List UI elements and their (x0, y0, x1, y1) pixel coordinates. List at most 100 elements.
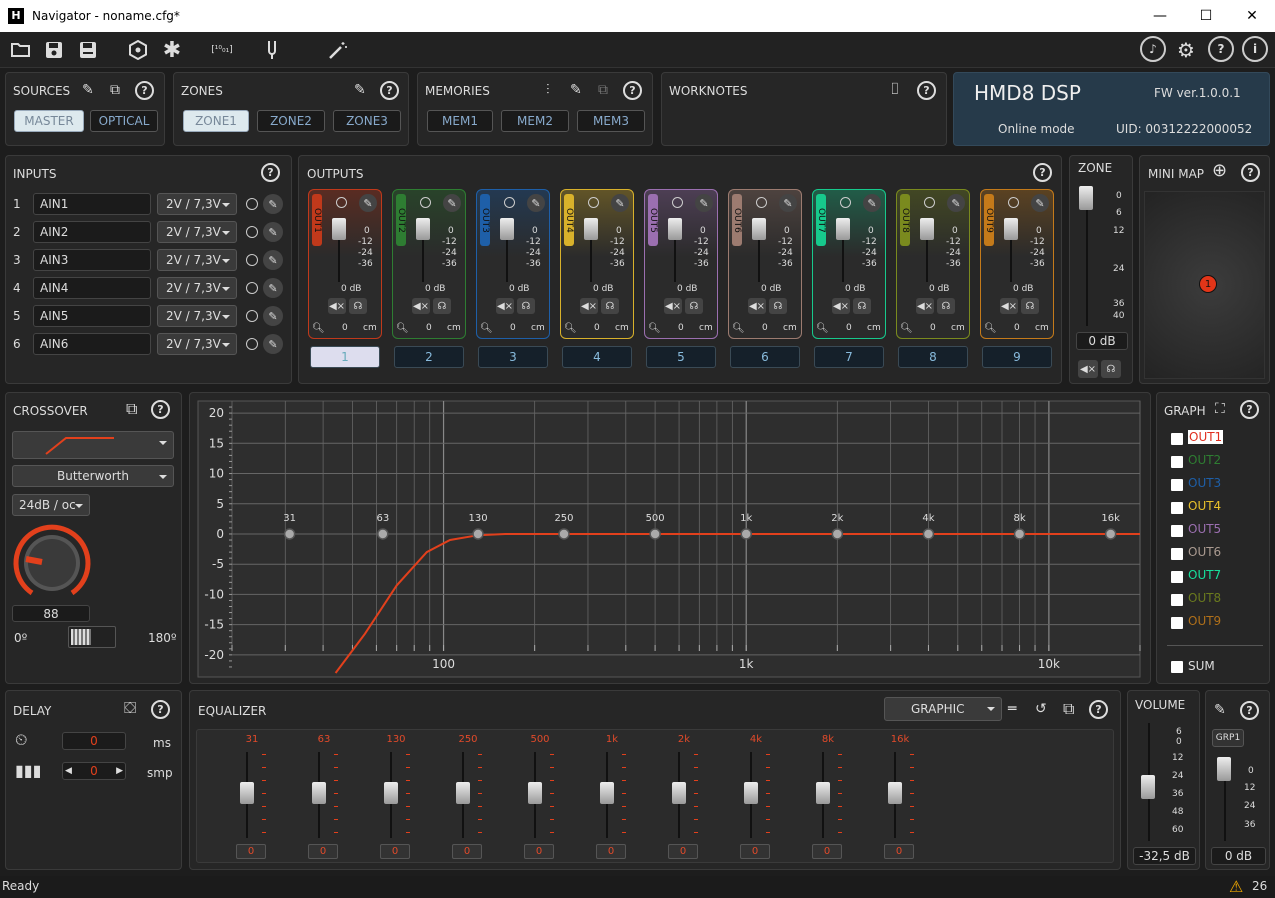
mem2-button[interactable]: MEM2 (501, 110, 569, 132)
source-master-button[interactable]: MASTER (14, 110, 84, 132)
pen-icon[interactable]: ✎ (263, 278, 283, 298)
frequency-value[interactable]: 88 (12, 605, 90, 622)
solo-indicator-icon[interactable] (756, 197, 767, 208)
pen-icon[interactable]: ✎ (779, 194, 797, 212)
graph-output-checkbox[interactable] (1171, 502, 1183, 514)
camera-icon[interactable]: ⌷ (890, 80, 900, 98)
pen-icon[interactable]: ✎ (1214, 701, 1226, 719)
pen-icon[interactable]: ✎ (1031, 194, 1049, 212)
worknotes-help-icon[interactable]: ? (917, 81, 936, 100)
volume-fader-handle[interactable] (1141, 775, 1155, 799)
inputs-help-icon[interactable]: ? (261, 163, 280, 182)
cube-icon[interactable] (124, 36, 152, 64)
source-optical-button[interactable]: OPTICAL (90, 110, 158, 132)
output-delay-value[interactable]: 0 (930, 323, 936, 334)
zone-fader-handle[interactable] (1079, 186, 1093, 210)
pen-icon[interactable]: ✎ (527, 194, 545, 212)
eq-band-fader[interactable] (816, 782, 830, 804)
search-icon[interactable]: 🔍︎ (480, 323, 493, 334)
output-delay-value[interactable]: 0 (762, 323, 768, 334)
output-fader-handle[interactable] (1004, 218, 1018, 240)
music-note-icon[interactable]: ♪ (1140, 36, 1166, 62)
output-select-button[interactable]: 5 (646, 346, 716, 368)
eq-band-fader[interactable] (312, 782, 326, 804)
eq-band-fader[interactable] (744, 782, 758, 804)
maximize-button[interactable]: ☐ (1183, 0, 1229, 32)
output-fader-handle[interactable] (920, 218, 934, 240)
pen-icon[interactable]: ✎ (263, 306, 283, 326)
input-level-select[interactable]: 2V / 7,3V (157, 249, 237, 271)
delay-smp-input[interactable]: ◀ 0 ▶ (62, 762, 126, 780)
graph-output-checkbox[interactable] (1171, 479, 1183, 491)
pen-icon[interactable]: ✎ (443, 194, 461, 212)
headphones-icon[interactable]: ☊ (685, 298, 703, 314)
solo-indicator-icon[interactable] (672, 197, 683, 208)
filter-type-select[interactable]: Butterworth (12, 465, 174, 487)
output-select-button[interactable]: 3 (478, 346, 548, 368)
input-level-select[interactable]: 2V / 7,3V (157, 277, 237, 299)
group-fader-handle[interactable] (1217, 757, 1231, 781)
eq-band-value[interactable]: 0 (452, 844, 482, 859)
frequency-response-chart[interactable]: 20 15 10 5 0 -5 -10 -15 -20 100 1k 10k 31 63 130 250 500… (190, 393, 1150, 683)
eq-band-value[interactable]: 0 (740, 844, 770, 859)
grp1-button[interactable]: GRP1 (1212, 729, 1244, 747)
gear-icon[interactable]: ⚙ (1172, 36, 1200, 64)
solo-indicator-icon[interactable] (840, 197, 851, 208)
tuning-icon[interactable] (258, 36, 286, 64)
eq-link-icon[interactable]: ═ (1008, 700, 1016, 718)
eq-band-fader[interactable] (600, 782, 614, 804)
graph-output-checkbox[interactable] (1171, 525, 1183, 537)
search-icon[interactable]: 🔍︎ (648, 323, 661, 334)
search-icon[interactable]: 🔍︎ (312, 323, 325, 334)
pen-icon[interactable]: ✎ (695, 194, 713, 212)
zone1-button[interactable]: ZONE1 (183, 110, 249, 132)
output-fader-handle[interactable] (416, 218, 430, 240)
copy-icon[interactable]: ⧉ (598, 81, 608, 99)
output-select-button[interactable]: 6 (730, 346, 800, 368)
equalizer-help-icon[interactable]: ? (1089, 700, 1108, 719)
headphones-icon[interactable]: ☊ (769, 298, 787, 314)
target-icon[interactable]: ⊕ (1212, 162, 1227, 180)
folder-open-icon[interactable] (7, 36, 35, 64)
input-name-field[interactable]: AIN1 (33, 193, 151, 215)
save-icon[interactable] (40, 36, 68, 64)
mute-icon[interactable]: ◀× (916, 298, 934, 314)
listener-marker[interactable]: 1 (1199, 275, 1217, 293)
input-name-field[interactable]: AIN5 (33, 305, 151, 327)
filter-shape-select[interactable] (12, 431, 174, 459)
mute-icon[interactable]: ◀× (664, 298, 682, 314)
headphones-icon[interactable]: ☊ (1101, 360, 1121, 378)
solo-indicator-icon[interactable] (924, 197, 935, 208)
asterisk-icon[interactable]: ✱ (158, 36, 186, 64)
mute-icon[interactable]: ◀× (328, 298, 346, 314)
output-select-button[interactable]: 1 (310, 346, 380, 368)
mute-icon[interactable]: ◀× (580, 298, 598, 314)
input-name-field[interactable]: AIN2 (33, 221, 151, 243)
output-delay-value[interactable]: 0 (594, 323, 600, 334)
input-level-select[interactable]: 2V / 7,3V (157, 221, 237, 243)
graph-output-checkbox[interactable] (1171, 433, 1183, 445)
output-delay-value[interactable]: 0 (846, 323, 852, 334)
search-icon[interactable]: 🔍︎ (564, 323, 577, 334)
mute-icon[interactable]: ◀× (832, 298, 850, 314)
eq-band-value[interactable]: 0 (884, 844, 914, 859)
search-icon[interactable]: 🔍︎ (816, 323, 829, 334)
output-delay-value[interactable]: 0 (426, 323, 432, 334)
binary-icon[interactable]: [¹⁰₀₁] (208, 36, 236, 64)
output-select-button[interactable]: 7 (814, 346, 884, 368)
graph-output-checkbox[interactable] (1171, 456, 1183, 468)
save-as-icon[interactable] (74, 36, 102, 64)
eq-band-value[interactable]: 0 (308, 844, 338, 859)
copy-icon[interactable]: ⧉ (110, 81, 120, 99)
eq-band-value[interactable]: 0 (524, 844, 554, 859)
headphones-icon[interactable]: ☊ (601, 298, 619, 314)
input-name-field[interactable]: AIN6 (33, 333, 151, 355)
minimap-help-icon[interactable]: ? (1241, 163, 1260, 182)
eq-band-fader[interactable] (672, 782, 686, 804)
solo-indicator-icon[interactable] (588, 197, 599, 208)
eq-band-value[interactable]: 0 (380, 844, 410, 859)
sum-checkbox[interactable] (1171, 661, 1183, 673)
pen-icon[interactable]: ✎ (611, 194, 629, 212)
copy-icon[interactable]: ⧉ (1063, 700, 1074, 718)
output-select-button[interactable]: 9 (982, 346, 1052, 368)
